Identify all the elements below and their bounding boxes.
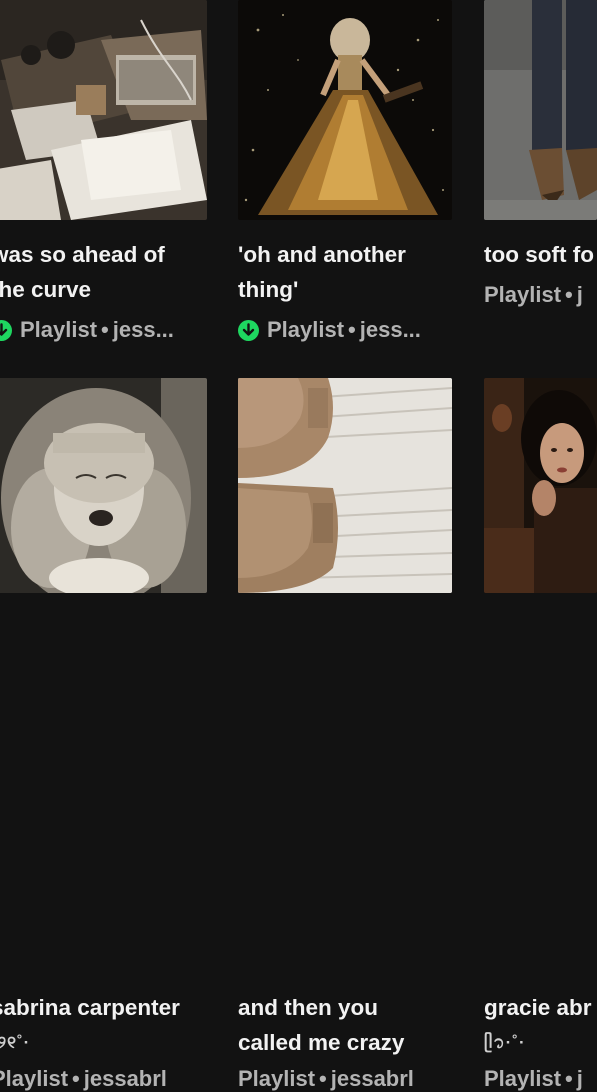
- boots-photo-image: [484, 0, 597, 220]
- playlist-meta-4: Playlist • jessabrl: [0, 1066, 167, 1092]
- playlist-title-4[interactable]: sabrina carpenter ˚୨୧˚·: [0, 990, 231, 1060]
- meta-separator: •: [72, 1066, 80, 1091]
- playlist-title-2[interactable]: 'oh and another thing': [238, 237, 478, 307]
- boots-sweater-photo-image: [238, 378, 452, 593]
- playlist-meta-1: Playlist • jess...: [0, 317, 174, 343]
- concert-photo-image: [238, 0, 452, 220]
- playlist-title-4-line-1: sabrina carpenter: [0, 995, 180, 1020]
- playlist-type: Playlist: [0, 1066, 69, 1091]
- playlist-title-3[interactable]: too soft fo: [484, 237, 597, 272]
- playlist-meta-3: Playlist • j: [484, 282, 583, 308]
- woman-portrait-photo-image: [484, 378, 597, 593]
- playlist-type: Playlist: [238, 1066, 316, 1091]
- playlist-meta-2: Playlist • jess...: [238, 317, 421, 343]
- meta-separator: •: [319, 1066, 327, 1091]
- playlist-cover-6[interactable]: [484, 378, 597, 593]
- playlist-owner: j: [576, 282, 583, 307]
- playlist-title-6-line-2: ᥫ᭡·˚·: [484, 1033, 526, 1052]
- meta-separator: •: [348, 317, 356, 342]
- playlist-title-1[interactable]: was so ahead of the curve: [0, 237, 231, 307]
- playlist-title-2-line-1: 'oh and another: [238, 242, 406, 267]
- downloaded-icon: [0, 319, 12, 341]
- playlist-title-5-line-1: and then you: [238, 995, 378, 1020]
- playlist-type: Playlist: [484, 282, 562, 307]
- playlist-title-3-line-1: too soft fo: [484, 242, 594, 267]
- playlist-title-5-line-2: called me crazy: [238, 1030, 405, 1055]
- playlist-owner: jessabrl: [83, 1066, 167, 1091]
- playlist-title-1-line-2: the curve: [0, 277, 92, 302]
- playlist-title-6-line-1: gracie abr: [484, 995, 592, 1020]
- playlist-type: Playlist: [20, 317, 98, 342]
- playlist-cover-3[interactable]: [484, 0, 597, 220]
- playlist-title-4-line-2: ˚୨୧˚·: [0, 1033, 31, 1052]
- playlist-owner: j: [576, 1066, 583, 1091]
- portrait-photo-image: [0, 378, 207, 593]
- playlist-type: Playlist: [267, 317, 345, 342]
- playlist-cover-1[interactable]: [0, 0, 207, 220]
- playlist-owner: jessabrl: [330, 1066, 414, 1091]
- playlist-title-1-line-1: was so ahead of: [0, 242, 165, 267]
- playlist-owner: jess...: [112, 317, 174, 342]
- playlist-title-6[interactable]: gracie abr ᥫ᭡·˚·: [484, 990, 597, 1060]
- downloaded-icon: [238, 319, 259, 341]
- playlist-owner: jess...: [359, 317, 421, 342]
- playlist-meta-6: Playlist • j: [484, 1066, 583, 1092]
- meta-separator: •: [101, 317, 109, 342]
- desk-photo-image: [0, 0, 207, 220]
- playlist-cover-2[interactable]: [238, 0, 452, 220]
- meta-separator: •: [565, 1066, 573, 1091]
- playlist-type: Playlist: [484, 1066, 562, 1091]
- playlist-title-2-line-2: thing': [238, 277, 299, 302]
- playlist-cover-4[interactable]: [0, 378, 207, 593]
- meta-separator: •: [565, 282, 573, 307]
- playlist-title-5[interactable]: and then you called me crazy: [238, 990, 478, 1060]
- playlist-meta-5: Playlist • jessabrl: [238, 1066, 414, 1092]
- playlist-cover-5[interactable]: [238, 378, 452, 593]
